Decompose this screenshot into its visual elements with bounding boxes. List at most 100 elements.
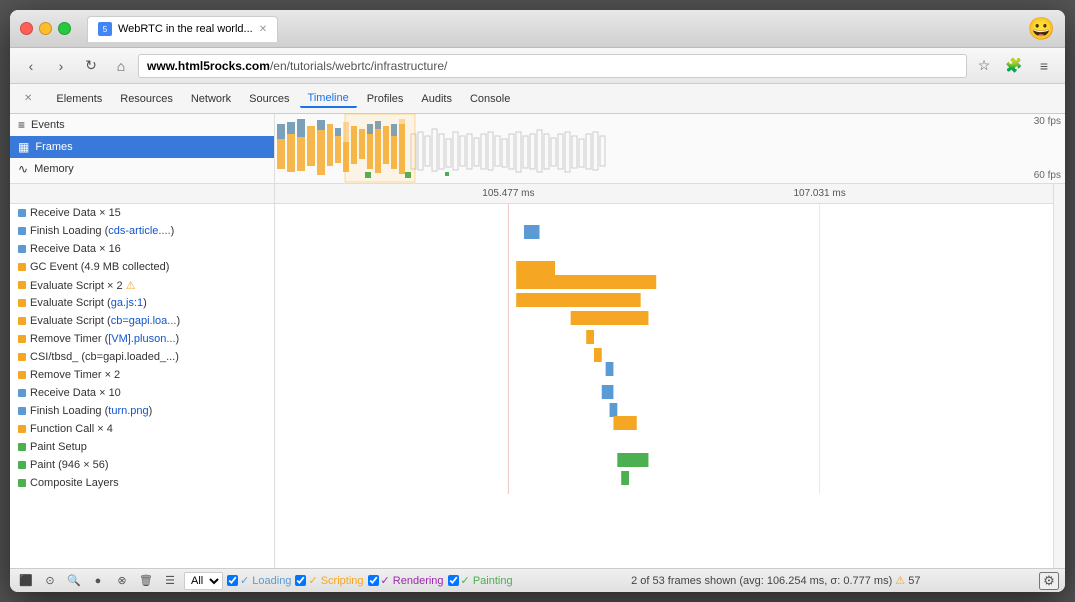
extensions-button[interactable]: 🧩 [1001, 53, 1027, 79]
event-color-dot [18, 443, 26, 451]
event-color-dot [18, 227, 26, 235]
devtools-close-icon[interactable]: ✕ [16, 91, 40, 106]
event-row[interactable]: Receive Data × 10 [10, 384, 274, 402]
tab-audits[interactable]: Audits [413, 91, 460, 107]
event-color-dot [18, 263, 26, 271]
nav-bar: ‹ › ↻ ⌂ www.html5rocks.com/en/tutorials/… [10, 48, 1065, 84]
tab-timeline[interactable]: Timeline [300, 90, 357, 108]
record-button[interactable]: ⬛ [16, 572, 36, 590]
search-button[interactable]: 🔍 [64, 572, 84, 590]
maximize-button[interactable] [58, 22, 71, 35]
event-color-dot [18, 245, 26, 253]
stop-button[interactable]: ⊗ [112, 572, 132, 590]
event-name: GC Event (4.9 MB collected) [30, 261, 169, 273]
event-row[interactable]: Remove Timer ([VM].pluson...) [10, 330, 274, 348]
tab-title: WebRTC in the real world... [118, 23, 253, 35]
title-bar: 5 WebRTC in the real world... ✕ 😀 [10, 10, 1065, 48]
event-color-dot [18, 209, 26, 217]
loading-checkbox[interactable] [227, 575, 238, 586]
event-name: Paint Setup [30, 441, 87, 453]
bookmark-button[interactable]: ☆ [971, 53, 997, 79]
events-icon: ≡ [18, 118, 25, 132]
browser-tab[interactable]: 5 WebRTC in the real world... ✕ [87, 16, 278, 42]
painting-checkbox-label[interactable]: ✓ Painting [448, 574, 513, 587]
rendering-checkbox-text: ✓ Rendering [381, 574, 444, 587]
filter-select[interactable]: All [184, 572, 223, 590]
scripting-checkbox-label[interactable]: ✓ Scripting [295, 574, 363, 587]
reload-record-button[interactable]: ⊙ [40, 572, 60, 590]
event-row[interactable]: Receive Data × 15 [10, 204, 274, 222]
tab-profiles[interactable]: Profiles [359, 91, 412, 107]
filter-button[interactable]: ☰ [160, 572, 180, 590]
nav-right: ☆ 🧩 ≡ [971, 53, 1057, 79]
refresh-button[interactable]: ↻ [78, 53, 104, 79]
timeline-top: ≡ Events ▦ Frames ∿ Memory 30 fps 60 fp [10, 114, 1065, 184]
event-color-dot [18, 317, 26, 325]
sidebar-item-frames[interactable]: ▦ Frames [10, 136, 274, 158]
sidebar-item-memory[interactable]: ∿ Memory [10, 158, 274, 180]
event-row[interactable]: Evaluate Script × 2 ⚠ [10, 276, 274, 294]
event-row[interactable]: Remove Timer × 2 [10, 366, 274, 384]
forward-button[interactable]: › [48, 53, 74, 79]
painting-checkbox-text: ✓ Painting [461, 574, 513, 587]
url-path: /en/tutorials/webrtc/infrastructure/ [270, 59, 447, 73]
rendering-checkbox-label[interactable]: ✓ Rendering [368, 574, 444, 587]
timeline-header-row [10, 184, 274, 204]
event-row[interactable]: CSI/tbsd_ (cb=gapi.loaded_...) [10, 348, 274, 366]
devtools-tab-bar: ✕ Elements Resources Network Sources Tim… [10, 84, 1065, 114]
event-row[interactable]: Composite Layers [10, 474, 274, 492]
event-row[interactable]: Function Call × 4 [10, 420, 274, 438]
tab-sources[interactable]: Sources [241, 91, 297, 107]
event-name: Receive Data × 15 [30, 207, 121, 219]
event-name: Evaluate Script (cb=gapi.loa...) [30, 315, 180, 327]
event-color-dot [18, 461, 26, 469]
minimize-button[interactable] [39, 22, 52, 35]
clear-button[interactable]: 🗑 [136, 572, 156, 590]
rendering-checkbox[interactable] [368, 575, 379, 586]
event-name: Receive Data × 16 [30, 243, 121, 255]
event-row[interactable]: Evaluate Script (cb=gapi.loa...) [10, 312, 274, 330]
menu-button[interactable]: ≡ [1031, 53, 1057, 79]
back-button[interactable]: ‹ [18, 53, 44, 79]
event-row[interactable]: Paint (946 × 56) [10, 456, 274, 474]
url-prefix: www.html5rocks.com [147, 59, 270, 73]
close-button[interactable] [20, 22, 33, 35]
event-row[interactable]: GC Event (4.9 MB collected) [10, 258, 274, 276]
scrollbar[interactable] [1053, 184, 1065, 568]
status-text: 2 of 53 frames shown (avg: 106.254 ms, σ… [517, 574, 1035, 587]
fps-60-label: 60 fps [1034, 170, 1061, 181]
event-name: Remove Timer × 2 [30, 369, 120, 381]
event-row[interactable]: Evaluate Script (ga.js:1) [10, 294, 274, 312]
event-row[interactable]: Paint Setup [10, 438, 274, 456]
event-name: Paint (946 × 56) [30, 459, 109, 471]
fps-30-label: 30 fps [1034, 116, 1061, 127]
tab-bar: 5 WebRTC in the real world... ✕ [87, 16, 1028, 42]
event-color-dot [18, 335, 26, 343]
painting-checkbox[interactable] [448, 575, 459, 586]
home-button[interactable]: ⌂ [108, 53, 134, 79]
settings-gear-button[interactable]: ⚙ [1039, 572, 1059, 590]
loading-checkbox-label[interactable]: ✓ Loading [227, 574, 291, 587]
event-name: CSI/tbsd_ (cb=gapi.loaded_...) [30, 351, 179, 363]
event-row[interactable]: Finish Loading (cds-article....) [10, 222, 274, 240]
event-row[interactable]: Finish Loading (turn.png) [10, 402, 274, 420]
scripting-checkbox[interactable] [295, 575, 306, 586]
timeline-sidebar-header: ≡ Events ▦ Frames ∿ Memory [10, 114, 275, 183]
memory-label: Memory [34, 163, 74, 175]
tab-close-icon[interactable]: ✕ [259, 24, 267, 35]
tab-elements[interactable]: Elements [48, 91, 110, 107]
tab-favicon: 5 [98, 22, 112, 36]
circle-button[interactable]: ● [88, 572, 108, 590]
address-bar[interactable]: www.html5rocks.com/en/tutorials/webrtc/i… [138, 54, 967, 78]
tab-console[interactable]: Console [462, 91, 518, 107]
event-color-dot [18, 389, 26, 397]
tab-resources[interactable]: Resources [112, 91, 181, 107]
event-row[interactable]: Receive Data × 16 [10, 240, 274, 258]
event-name: Remove Timer ([VM].pluson...) [30, 333, 179, 345]
sidebar-item-events[interactable]: ≡ Events [10, 114, 274, 136]
warn-count: 57 [908, 575, 920, 587]
timeline-timestamps-row: 105.477 ms 107.031 ms [275, 184, 1053, 204]
frame-bars-chart [275, 114, 1065, 183]
tab-network[interactable]: Network [183, 91, 239, 107]
main-content: Receive Data × 15 Finish Loading (cds-ar… [10, 184, 1065, 568]
